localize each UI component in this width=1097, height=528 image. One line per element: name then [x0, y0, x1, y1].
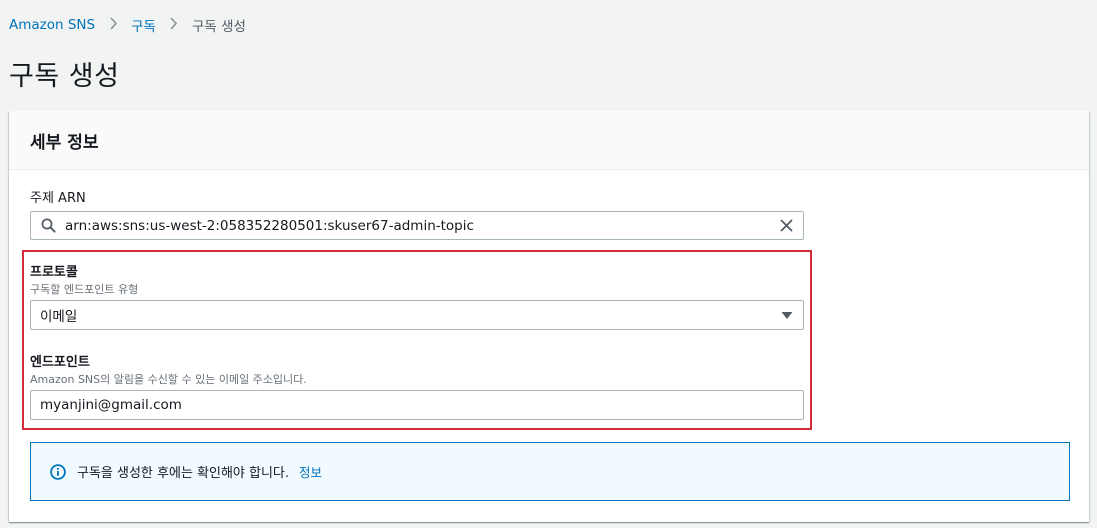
topic-arn-value[interactable]: arn:aws:sns:us-west-2:058352280501:skuse…: [65, 218, 769, 234]
endpoint-description: Amazon SNS의 알림을 수신할 수 있는 이메일 주소입니다.: [30, 373, 307, 386]
topic-arn-field[interactable]: arn:aws:sns:us-west-2:058352280501:skuse…: [30, 211, 804, 240]
protocol-label: 프로토콜: [30, 265, 78, 280]
chevron-right-icon: [95, 17, 131, 33]
breadcrumb: Amazon SNS 구독 구독 생성: [9, 14, 246, 36]
caret-down-icon: [771, 311, 803, 320]
protocol-description: 구독할 엔드포인트 유형: [30, 283, 139, 296]
endpoint-input[interactable]: [30, 390, 804, 420]
protocol-select[interactable]: 이메일: [30, 300, 804, 330]
breadcrumb-subscriptions[interactable]: 구독: [131, 15, 156, 35]
details-panel: 세부 정보 주제 ARN arn:aws:sns:us-west-2:05835…: [9, 111, 1089, 522]
page-title: 구독 생성: [9, 61, 120, 92]
topic-arn-label: 주제 ARN: [30, 191, 86, 206]
details-panel-title: 세부 정보: [30, 132, 99, 153]
breadcrumb-amazon-sns[interactable]: Amazon SNS: [9, 17, 95, 33]
search-icon: [31, 218, 65, 233]
endpoint-label: 엔드포인트: [30, 355, 90, 370]
chevron-right-icon: [156, 17, 192, 33]
close-icon[interactable]: [769, 219, 803, 232]
info-icon: [50, 463, 66, 480]
details-panel-header: 세부 정보: [9, 111, 1089, 170]
breadcrumb-create-subscription: 구독 생성: [191, 19, 246, 35]
info-link[interactable]: 정보: [299, 462, 322, 481]
info-alert: 구독을 생성한 후에는 확인해야 합니다. 정보: [30, 442, 1070, 501]
protocol-selected-value: 이메일: [40, 309, 78, 325]
info-alert-text: 구독을 생성한 후에는 확인해야 합니다.: [77, 466, 290, 481]
